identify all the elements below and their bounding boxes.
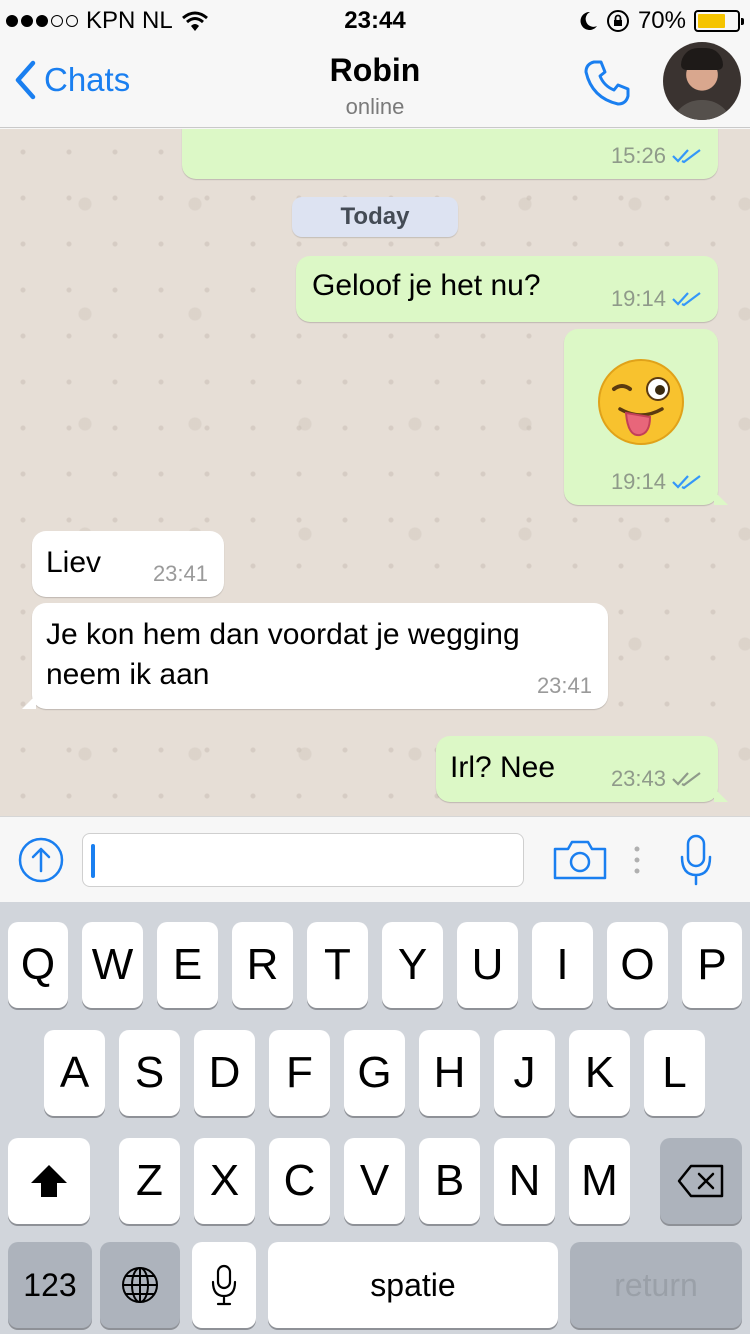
message-meta: 23:41 xyxy=(153,561,208,587)
attach-upload-icon[interactable] xyxy=(18,837,64,883)
key-s[interactable]: S xyxy=(119,1030,180,1116)
message-bubble-incoming[interactable]: Je kon hem dan voordat je wegging neem i… xyxy=(22,603,608,709)
status-bar: KPN NL 23:44 70% xyxy=(0,0,750,40)
key-n[interactable]: N xyxy=(494,1138,555,1224)
key-y[interactable]: Y xyxy=(382,922,443,1008)
key-b[interactable]: B xyxy=(419,1138,480,1224)
message-time: 23:41 xyxy=(152,561,208,586)
battery-percent: 70% xyxy=(637,7,686,34)
dictation-key[interactable] xyxy=(192,1242,256,1328)
keyboard: Q W E R T Y U I O P A S D F G H J K L Z … xyxy=(0,902,750,1334)
message-meta: 23:41 xyxy=(537,673,592,699)
shift-key[interactable] xyxy=(8,1138,90,1224)
date-separator: Today xyxy=(292,197,458,237)
message-time: 19:14 xyxy=(610,469,666,494)
message-meta: 19:14 xyxy=(611,469,702,495)
message-meta: 15:26 xyxy=(611,143,702,169)
message-time: 19:14 xyxy=(610,286,666,311)
key-a[interactable]: A xyxy=(44,1030,105,1116)
message-bubble-outgoing[interactable]: Geloof je het nu? 19:14 xyxy=(296,256,718,322)
text-caret xyxy=(91,844,95,878)
key-r[interactable]: R xyxy=(232,922,293,1008)
backspace-key[interactable] xyxy=(660,1138,742,1224)
message-time: 23:41 xyxy=(536,673,592,698)
double-check-read-icon xyxy=(672,149,701,164)
key-z[interactable]: Z xyxy=(119,1138,180,1224)
message-composer xyxy=(0,816,750,902)
key-v[interactable]: V xyxy=(344,1138,405,1224)
message-text: Je kon hem dan voordat je wegging neem i… xyxy=(46,615,520,695)
shift-arrow-icon xyxy=(31,1165,67,1197)
space-key[interactable]: spatie xyxy=(268,1242,558,1328)
contact-avatar[interactable] xyxy=(663,42,741,120)
message-input[interactable] xyxy=(82,833,524,887)
double-check-read-icon xyxy=(672,292,701,307)
message-line: neem ik aan xyxy=(46,658,210,691)
key-l[interactable]: L xyxy=(644,1030,705,1116)
key-x[interactable]: X xyxy=(194,1138,255,1224)
numbers-key[interactable]: 123 xyxy=(8,1242,92,1328)
key-i[interactable]: I xyxy=(532,922,593,1008)
key-o[interactable]: O xyxy=(607,922,668,1008)
key-p[interactable]: P xyxy=(682,922,742,1008)
rotation-lock-icon xyxy=(606,10,629,32)
key-j[interactable]: J xyxy=(494,1030,555,1116)
message-text: Geloof je het nu? xyxy=(312,269,541,302)
message-time: 15:26 xyxy=(610,143,666,168)
key-q[interactable]: Q xyxy=(8,922,68,1008)
message-meta: 23:43 xyxy=(611,766,702,792)
message-meta: 19:14 xyxy=(611,286,702,312)
message-bubble-incoming[interactable]: Liev 23:41 xyxy=(32,531,224,597)
return-key[interactable]: return xyxy=(570,1242,742,1328)
separator-dots-icon xyxy=(634,846,640,874)
key-k[interactable]: K xyxy=(569,1030,630,1116)
key-w[interactable]: W xyxy=(82,922,143,1008)
message-bubble-outgoing[interactable]: Irl? Nee 23:43 xyxy=(436,736,728,802)
camera-icon[interactable] xyxy=(552,837,608,881)
contact-status: online xyxy=(345,94,405,119)
chat-header: Chats Robin online xyxy=(0,40,750,128)
microphone-icon xyxy=(211,1264,237,1306)
microphone-icon[interactable] xyxy=(678,833,714,887)
key-c[interactable]: C xyxy=(269,1138,330,1224)
key-f[interactable]: F xyxy=(269,1030,330,1116)
double-check-delivered-icon xyxy=(672,772,701,787)
backspace-icon xyxy=(677,1164,724,1198)
double-check-read-icon xyxy=(672,475,701,490)
contact-name[interactable]: Robin xyxy=(0,52,750,89)
message-text: Liev xyxy=(46,546,102,579)
message-line: Je kon hem dan voordat je wegging xyxy=(46,618,520,651)
message-list[interactable]: 15:26 Today Geloof je het nu? 19:14 19:1… xyxy=(0,129,750,816)
key-d[interactable]: D xyxy=(194,1030,255,1116)
key-m[interactable]: M xyxy=(569,1138,630,1224)
globe-icon xyxy=(122,1267,158,1303)
key-t[interactable]: T xyxy=(307,922,368,1008)
phone-call-icon[interactable] xyxy=(582,58,632,108)
message-text: Irl? Nee xyxy=(450,751,556,784)
battery-level-fill xyxy=(698,14,725,28)
message-time: 23:43 xyxy=(610,766,666,791)
winking-face-with-tongue-icon xyxy=(598,359,684,445)
key-e[interactable]: E xyxy=(157,922,218,1008)
do-not-disturb-moon-icon xyxy=(580,11,597,30)
message-bubble-outgoing[interactable]: 19:14 xyxy=(564,329,728,505)
battery-icon xyxy=(694,10,744,32)
message-bubble-outgoing[interactable]: 15:26 xyxy=(182,129,718,179)
key-g[interactable]: G xyxy=(344,1030,405,1116)
key-h[interactable]: H xyxy=(419,1030,480,1116)
status-right: 70% xyxy=(578,7,744,35)
globe-key[interactable] xyxy=(100,1242,180,1328)
key-u[interactable]: U xyxy=(457,922,518,1008)
